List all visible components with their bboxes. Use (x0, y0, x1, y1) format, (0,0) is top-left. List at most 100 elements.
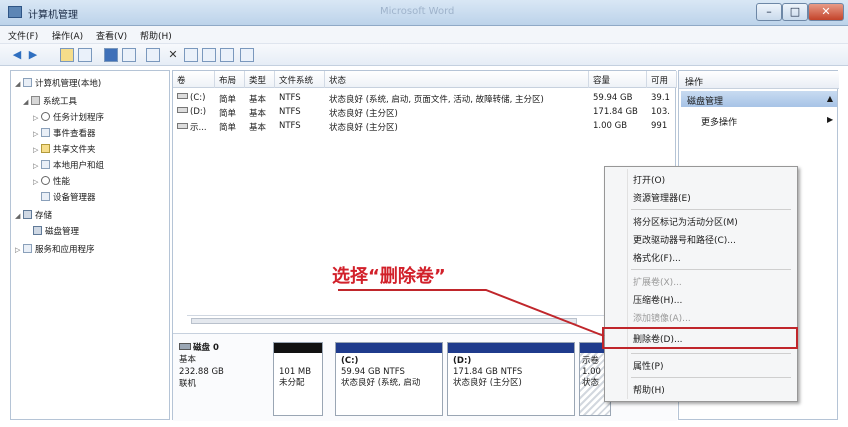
tree-item-task-scheduler[interactable]: ▷ 任务计划程序 (33, 111, 104, 123)
tree-item-device-manager[interactable]: 设备管理器 (41, 191, 96, 203)
partition-c[interactable]: (C:) 59.94 GB NTFS 状态良好 (系统, 启动 (335, 342, 443, 416)
tree-item-computer-management[interactable]: ◢ 计算机管理(本地) (15, 77, 101, 89)
collapse-arrow-icon[interactable]: ▲ (827, 94, 833, 103)
column-filesystem[interactable]: 文件系统 (275, 71, 325, 88)
table-row[interactable]: (D:) 简单 基本 NTFS 状态良好 (主分区) 171.84 GB 103… (173, 107, 677, 120)
submenu-arrow-icon[interactable]: ▶ (827, 115, 833, 124)
menu-item-explore[interactable]: 资源管理器(E) (633, 191, 691, 204)
scrollbar-thumb[interactable] (191, 318, 577, 324)
table-row[interactable]: 示... 简单 基本 NTFS 状态良好 (主分区) 1.00 GB 991 (173, 121, 677, 134)
menu-view[interactable]: 查看(V) (96, 29, 127, 42)
section-label: 磁盘管理 (687, 97, 724, 107)
menu-item-open[interactable]: 打开(O) (633, 173, 665, 186)
cell-layout: 简单 (219, 123, 237, 133)
collapsed-arrow-icon[interactable]: ▷ (15, 246, 23, 254)
tree-label: 本地用户和组 (53, 161, 105, 171)
title-bar: 计算机管理 Microsoft Word – □ ✕ (0, 0, 848, 26)
clock-icon (41, 112, 50, 121)
column-free[interactable]: 可用 (647, 71, 677, 88)
search-icon[interactable] (220, 48, 234, 62)
expanded-arrow-icon[interactable]: ◢ (23, 98, 31, 106)
partition-size: 171.84 GB NTFS (453, 367, 523, 377)
tools-icon (31, 96, 40, 105)
menu-item-mark-active[interactable]: 将分区标记为活动分区(M) (633, 215, 738, 228)
tree-label: 存储 (35, 211, 53, 221)
expanded-arrow-icon[interactable]: ◢ (15, 80, 23, 88)
refresh-icon[interactable] (240, 48, 254, 62)
tree-label: 共享文件夹 (53, 145, 96, 155)
column-capacity[interactable]: 容量 (589, 71, 647, 88)
delete-icon[interactable]: ✕ (166, 48, 180, 62)
cell-capacity: 1.00 GB (593, 121, 628, 131)
properties-icon[interactable] (146, 48, 160, 62)
tree-item-storage[interactable]: ◢ 存储 (15, 209, 52, 221)
cell-filesystem: NTFS (279, 93, 301, 103)
device-manager-icon (41, 192, 50, 201)
menu-separator (631, 377, 791, 378)
partition-unallocated[interactable]: 101 MB 未分配 (273, 342, 323, 416)
context-menu: 打开(O) 资源管理器(E) 将分区标记为活动分区(M) 更改驱动器号和路径(C… (604, 166, 798, 402)
menu-item-format[interactable]: 格式化(F)... (633, 251, 681, 264)
performance-icon (41, 176, 50, 185)
help-book-icon[interactable] (104, 48, 118, 62)
cell-type: 基本 (249, 109, 267, 119)
tree-item-shared-folders[interactable]: ▷ 共享文件夹 (33, 143, 96, 155)
menu-item-change-drive-letter[interactable]: 更改驱动器号和路径(C)... (633, 233, 736, 246)
expanded-arrow-icon[interactable]: ◢ (15, 212, 23, 220)
menu-action[interactable]: 操作(A) (52, 29, 83, 42)
partition-label: (D:) (453, 356, 472, 366)
column-volume[interactable]: 卷 (173, 71, 215, 88)
tree-item-local-users[interactable]: ▷ 本地用户和组 (33, 159, 104, 171)
tree-item-disk-management[interactable]: 磁盘管理 (33, 225, 79, 237)
show-hide-icon[interactable] (122, 48, 136, 62)
more-actions-link[interactable]: 更多操作 (701, 115, 737, 128)
actions-section-disk-management[interactable]: 磁盘管理 ▲ (681, 91, 837, 107)
back-arrow-icon[interactable]: ◀ (10, 48, 24, 62)
minimize-button[interactable]: – (756, 3, 782, 21)
check-icon[interactable] (202, 48, 216, 62)
collapsed-arrow-icon[interactable]: ▷ (33, 130, 41, 138)
cell-layout: 简单 (219, 95, 237, 105)
tree-label: 性能 (53, 177, 71, 187)
tree-item-event-viewer[interactable]: ▷ 事件查看器 (33, 127, 96, 139)
volume-icon (177, 123, 188, 129)
maximize-button[interactable]: □ (782, 3, 808, 21)
menu-item-shrink-volume[interactable]: 压缩卷(H)... (633, 293, 682, 306)
partition-d[interactable]: (D:) 171.84 GB NTFS 状态良好 (主分区) (447, 342, 575, 416)
collapsed-arrow-icon[interactable]: ▷ (33, 178, 41, 186)
shared-folder-icon (41, 144, 50, 153)
table-row[interactable]: (C:) 简单 基本 NTFS 状态良好 (系统, 启动, 页面文件, 活动, … (173, 93, 677, 106)
menu-item-properties[interactable]: 属性(P) (633, 359, 663, 372)
console-tree-icon[interactable] (78, 48, 92, 62)
cell-status: 状态良好 (主分区) (329, 123, 398, 133)
tree-item-performance[interactable]: ▷ 性能 (33, 175, 70, 187)
tree-label: 系统工具 (43, 97, 78, 107)
menu-file[interactable]: 文件(F) (8, 29, 38, 42)
disk-info[interactable]: 磁盘 0 基本 232.88 GB 联机 (179, 342, 267, 416)
column-type[interactable]: 类型 (245, 71, 275, 88)
storage-icon (23, 210, 32, 219)
computer-icon (23, 78, 32, 87)
menu-help[interactable]: 帮助(H) (140, 29, 172, 42)
close-button[interactable]: ✕ (808, 3, 844, 21)
column-header-row: 卷 布局 类型 文件系统 状态 容量 可用 (173, 71, 677, 88)
cell-free: 103. (651, 107, 670, 117)
horizontal-scrollbar[interactable] (187, 315, 657, 325)
menu-item-help[interactable]: 帮助(H) (633, 383, 665, 396)
tree-item-system-tools[interactable]: ◢ 系统工具 (23, 95, 77, 107)
collapsed-arrow-icon[interactable]: ▷ (33, 114, 41, 122)
open-icon[interactable] (184, 48, 198, 62)
cell-status: 状态良好 (主分区) (329, 109, 398, 119)
collapsed-arrow-icon[interactable]: ▷ (33, 146, 41, 154)
users-icon (41, 160, 50, 169)
partition-line (279, 356, 317, 367)
collapsed-arrow-icon[interactable]: ▷ (33, 162, 41, 170)
column-status[interactable]: 状态 (325, 71, 589, 88)
forward-arrow-icon[interactable]: ▶ (26, 48, 40, 62)
menu-item-extend-volume: 扩展卷(X)... (633, 278, 682, 288)
tree-item-services-apps[interactable]: ▷ 服务和应用程序 (15, 243, 95, 255)
column-layout[interactable]: 布局 (215, 71, 245, 88)
partition-size: 59.94 GB NTFS (341, 367, 405, 377)
cell-volume: 示... (190, 123, 207, 133)
folder-up-icon[interactable] (60, 48, 74, 62)
